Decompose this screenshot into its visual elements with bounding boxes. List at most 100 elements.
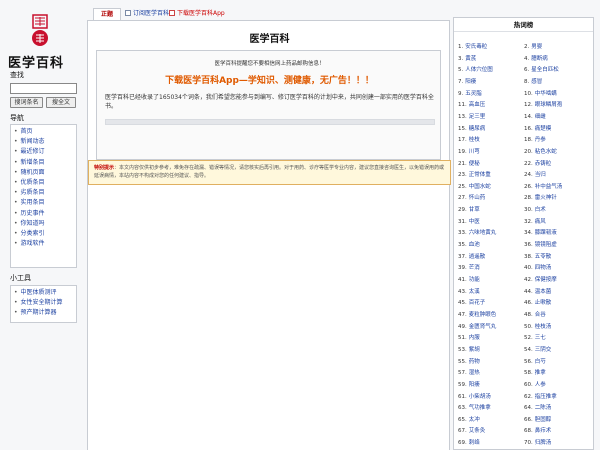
hot-word-link[interactable]: 推拿 bbox=[535, 370, 546, 376]
hot-word-link[interactable]: 细雌 bbox=[535, 114, 546, 120]
hot-word-link[interactable]: 当归 bbox=[535, 172, 546, 178]
hot-word-link[interactable]: 麦粒肿眼色 bbox=[469, 312, 497, 318]
hot-word-item[interactable]: 10. 中华啮螨 bbox=[524, 88, 590, 100]
hot-word-link[interactable]: 糖尿病 bbox=[469, 126, 486, 132]
hot-word-link[interactable]: 金匮肾气丸 bbox=[469, 324, 497, 330]
hot-word-link[interactable]: 归脾汤 bbox=[535, 440, 552, 446]
hot-word-link[interactable]: 紫胡 bbox=[469, 347, 480, 353]
hot-word-item[interactable]: 55. 药物 bbox=[458, 356, 524, 368]
hot-word-link[interactable]: 太溪 bbox=[469, 289, 480, 295]
hot-word-link[interactable]: 二陈汤 bbox=[535, 405, 552, 411]
hot-word-link[interactable]: 止嗽散 bbox=[535, 300, 552, 306]
hot-word-link[interactable]: 痛风 bbox=[535, 219, 546, 225]
hot-word-item[interactable]: 62. 指压推拿 bbox=[524, 391, 590, 403]
hot-word-link[interactable]: 粘色水蛇 bbox=[535, 149, 557, 155]
site-logo[interactable]: 医学百科 bbox=[4, 10, 80, 71]
hot-word-item[interactable]: 41. 功能 bbox=[458, 274, 524, 286]
hot-word-link[interactable]: 男婴 bbox=[531, 44, 542, 50]
search-title-button[interactable]: 搜词条名 bbox=[10, 97, 43, 108]
search-fulltext-button[interactable]: 搜全文 bbox=[46, 97, 76, 108]
hot-word-link[interactable]: 内服 bbox=[469, 335, 480, 341]
hot-word-link[interactable]: 丹参 bbox=[535, 137, 546, 143]
hot-word-link[interactable]: 怀山药 bbox=[469, 195, 486, 201]
hot-word-link[interactable]: 五灵脂 bbox=[465, 91, 482, 97]
hot-word-link[interactable]: 温本菌 bbox=[535, 289, 552, 295]
hot-word-link[interactable]: 臆断病 bbox=[531, 56, 548, 62]
nav-item-random-page[interactable]: 随机页面 bbox=[14, 168, 76, 178]
tool-item-safe-period[interactable]: 女性安全期计算 bbox=[14, 298, 76, 308]
hot-word-link[interactable]: 三阴交 bbox=[535, 347, 552, 353]
hot-word-item[interactable]: 20. 粘色水蛇 bbox=[524, 146, 590, 158]
hot-word-link[interactable]: 便秘 bbox=[469, 161, 480, 167]
hot-word-item[interactable]: 53. 紫胡 bbox=[458, 344, 524, 356]
hot-word-link[interactable]: 六味地黄丸 bbox=[469, 230, 497, 236]
hot-word-link[interactable]: 补中益气汤 bbox=[535, 184, 563, 190]
hot-word-link[interactable]: 桂枝 bbox=[469, 137, 480, 143]
hot-word-link[interactable]: 黄芪 bbox=[465, 56, 476, 62]
hot-word-item[interactable]: 36. 镜镜阻虚 bbox=[524, 239, 590, 251]
nav-item-poor-entries[interactable]: 劣质条目 bbox=[14, 188, 76, 198]
hot-word-link[interactable]: 白术 bbox=[535, 207, 546, 213]
hot-word-link[interactable]: 阳痿 bbox=[469, 382, 480, 388]
hot-word-link[interactable]: 白芍 bbox=[535, 359, 546, 365]
hot-word-item[interactable]: 14. 细雌 bbox=[524, 111, 590, 123]
hot-word-item[interactable]: 30. 白术 bbox=[524, 204, 590, 216]
hot-word-item[interactable]: 11. 高血压 bbox=[458, 99, 524, 111]
hot-word-link[interactable]: 阳痿 bbox=[465, 79, 476, 85]
hot-word-link[interactable]: 药物 bbox=[469, 359, 480, 365]
hot-word-item[interactable]: 31. 中医 bbox=[458, 216, 524, 228]
hot-word-item[interactable]: 47. 麦粒肿眼色 bbox=[458, 309, 524, 321]
hot-word-item[interactable]: 5. 人体穴位图 bbox=[458, 64, 524, 76]
hot-word-link[interactable]: 艾条灸 bbox=[469, 428, 486, 434]
nav-item-new-entries[interactable]: 新增条目 bbox=[14, 158, 76, 168]
search-input[interactable] bbox=[10, 83, 77, 94]
hot-word-link[interactable]: 太冲 bbox=[469, 417, 480, 423]
hot-word-item[interactable]: 4. 臆断病 bbox=[524, 53, 590, 65]
hot-word-item[interactable]: 35. 血池 bbox=[458, 239, 524, 251]
hot-word-item[interactable]: 1. 安氏毒粒 bbox=[458, 41, 524, 53]
hot-word-item[interactable]: 38. 五苓散 bbox=[524, 251, 590, 263]
nav-item-did-you-know[interactable]: 你知道吗 bbox=[14, 219, 76, 229]
hot-word-link[interactable]: 湿热 bbox=[469, 370, 480, 376]
hot-word-link[interactable]: 四物汤 bbox=[535, 265, 552, 271]
tool-item-constitution-test[interactable]: 中医体质测评 bbox=[14, 288, 76, 298]
hot-word-item[interactable]: 42. 保健按摩 bbox=[524, 274, 590, 286]
hot-word-item[interactable]: 7. 阳痿 bbox=[458, 76, 524, 88]
hot-word-item[interactable]: 24. 当归 bbox=[524, 169, 590, 181]
nav-item-home[interactable]: 首页 bbox=[14, 127, 76, 137]
hot-word-link[interactable]: 刺络 bbox=[469, 440, 480, 446]
hot-word-link[interactable]: 五苓散 bbox=[535, 254, 552, 260]
hot-word-link[interactable]: 甘草 bbox=[469, 207, 480, 213]
hot-word-link[interactable]: 芒消 bbox=[469, 265, 480, 271]
hot-word-item[interactable]: 19. 川芎 bbox=[458, 146, 524, 158]
hot-word-item[interactable]: 26. 补中益气汤 bbox=[524, 181, 590, 193]
hot-word-link[interactable]: 三七 bbox=[535, 335, 546, 341]
hot-word-item[interactable]: 15. 糖尿病 bbox=[458, 123, 524, 135]
hot-word-link[interactable]: 合谷 bbox=[535, 312, 546, 318]
hot-word-item[interactable]: 23. 正常体重 bbox=[458, 169, 524, 181]
hot-word-link[interactable]: 眼球鳞屑孢 bbox=[535, 102, 563, 108]
hot-word-link[interactable]: 镜镜阻虚 bbox=[535, 242, 557, 248]
hot-word-link[interactable]: 胆固醇 bbox=[535, 417, 552, 423]
hot-word-item[interactable]: 29. 甘草 bbox=[458, 204, 524, 216]
hot-word-link[interactable]: 正常体重 bbox=[469, 172, 491, 178]
hot-word-link[interactable]: 功能 bbox=[469, 277, 480, 283]
hot-word-item[interactable]: 6. 星全白匹松 bbox=[524, 64, 590, 76]
hot-word-link[interactable]: 足三里 bbox=[469, 114, 486, 120]
hot-word-item[interactable]: 27. 怀山药 bbox=[458, 192, 524, 204]
tab-download-app[interactable]: 下载医学百科App bbox=[169, 8, 225, 20]
hot-word-item[interactable]: 46. 止嗽散 bbox=[524, 297, 590, 309]
tool-item-due-date[interactable]: 预产期计算器 bbox=[14, 308, 76, 318]
hot-word-item[interactable]: 60. 人参 bbox=[524, 379, 590, 391]
hot-word-item[interactable]: 22. 赤铸粒 bbox=[524, 158, 590, 170]
hot-word-item[interactable]: 43. 太溪 bbox=[458, 286, 524, 298]
hot-word-item[interactable]: 8. 感冒 bbox=[524, 76, 590, 88]
hot-word-item[interactable]: 13. 足三里 bbox=[458, 111, 524, 123]
hot-word-item[interactable]: 51. 内服 bbox=[458, 332, 524, 344]
hot-word-item[interactable]: 2. 男婴 bbox=[524, 41, 590, 53]
hot-word-item[interactable]: 17. 桂枝 bbox=[458, 134, 524, 146]
hot-word-item[interactable]: 40. 四物汤 bbox=[524, 262, 590, 274]
hot-word-item[interactable]: 48. 合谷 bbox=[524, 309, 590, 321]
hot-word-item[interactable]: 68. 鼻疖术 bbox=[524, 425, 590, 437]
hot-word-item[interactable]: 3. 黄芪 bbox=[458, 53, 524, 65]
